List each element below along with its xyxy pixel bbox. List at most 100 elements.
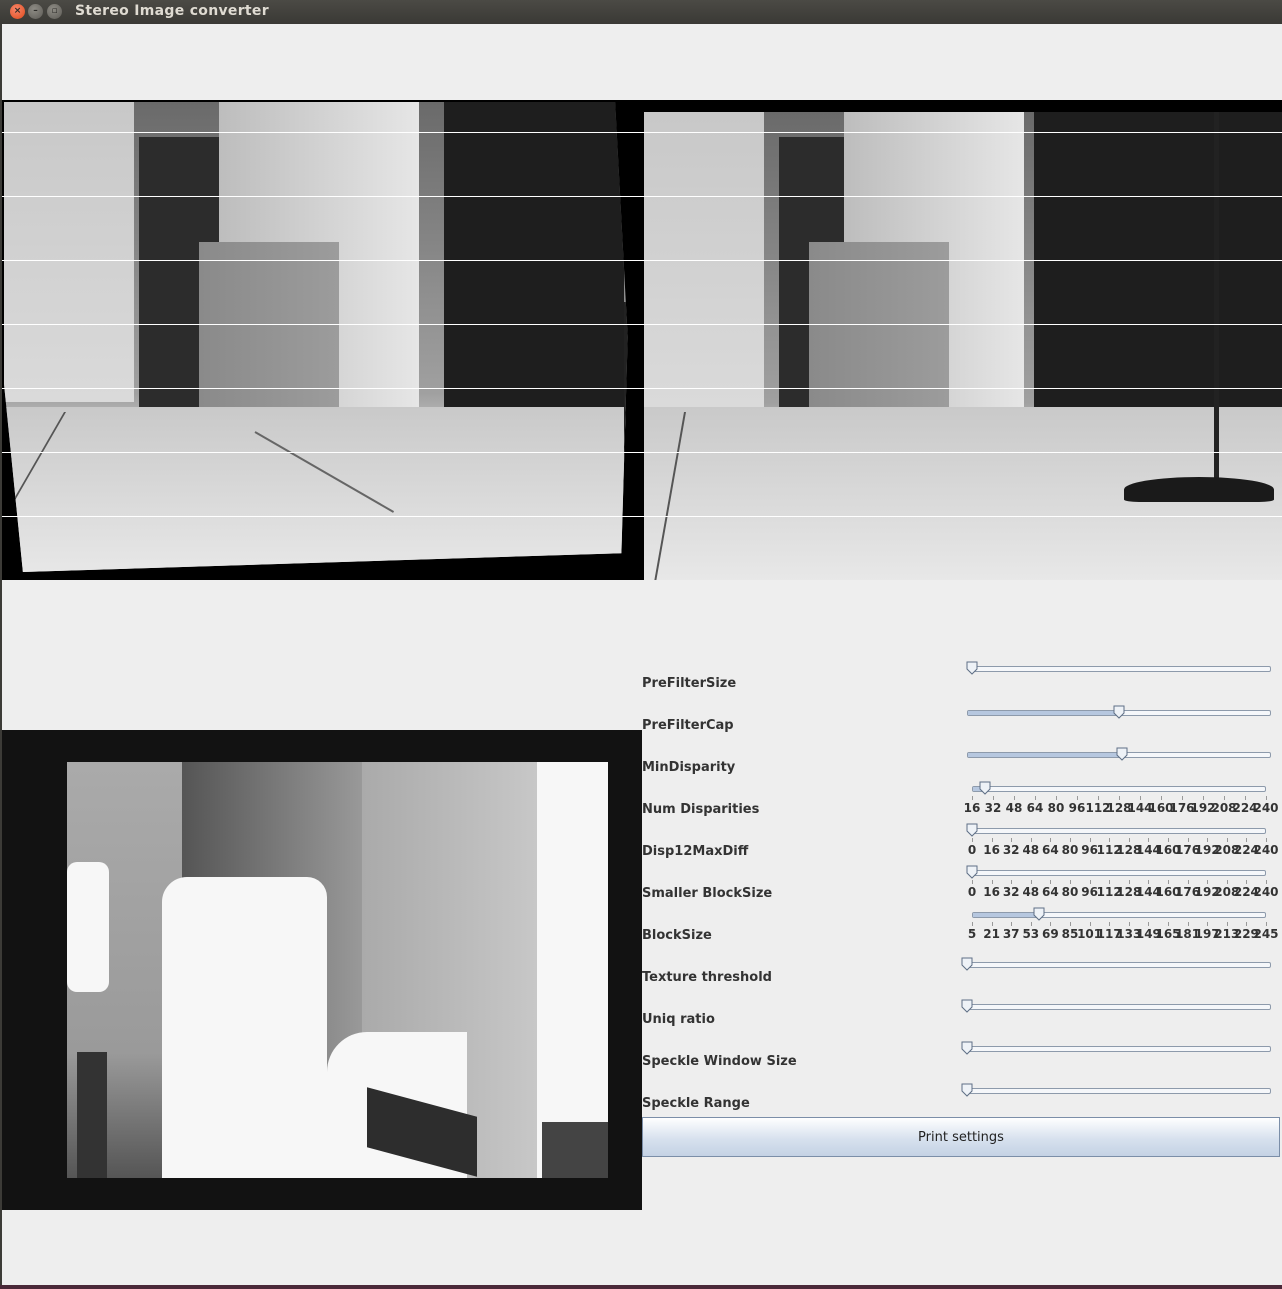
num-disparities-slider-thumb[interactable] (979, 780, 991, 795)
speckle-window-size-slider[interactable] (961, 1041, 1271, 1055)
smaller-blocksize-tick-mark (1168, 880, 1169, 884)
blocksize-slider-fill (973, 913, 1040, 917)
num-disparities-tick-mark (1119, 796, 1120, 800)
mindisparity-slider-thumb[interactable] (1116, 746, 1128, 761)
num-disparities-tick-mark (1245, 796, 1246, 800)
disp12maxdiff-tick-mark (1168, 838, 1169, 842)
blocksize-tick-mark (1050, 922, 1052, 926)
smaller-blocksize-tick-text: 0 (967, 885, 977, 899)
smaller-blocksize-slider-track[interactable] (972, 870, 1266, 876)
texture-threshold-label: Texture threshold (642, 970, 772, 985)
disp12maxdiff-tick-text: 80 (1061, 843, 1079, 857)
prefiltercap-slider[interactable] (967, 705, 1271, 719)
disp12maxdiff-tick-text: 0 (967, 843, 977, 857)
smaller-blocksize-tick-mark (1109, 880, 1111, 884)
disp12maxdiff-tick-text: 48 (1022, 843, 1040, 857)
smaller-blocksize-tick-mark (1128, 880, 1130, 884)
num-disparities-tick-mark (1014, 796, 1015, 800)
prefiltersize-slider-track[interactable] (972, 666, 1271, 672)
blocksize-tick-text: 37 (1002, 927, 1020, 941)
blocksize-tick-text: 245 (1253, 927, 1279, 941)
disp12maxdiff-tick-mark (1050, 838, 1052, 842)
blocksize-slider[interactable] (972, 907, 1266, 921)
close-icon[interactable]: × (10, 4, 25, 19)
disparity-region (542, 1122, 608, 1178)
num-disparities-tick-mark (1161, 796, 1162, 800)
smaller-blocksize-tick-mark (991, 880, 993, 884)
blocksize-slider-track[interactable] (972, 912, 1266, 918)
smaller-blocksize-tick-text: 80 (1061, 885, 1079, 899)
smaller-blocksize-tick-text: 16 (983, 885, 1000, 899)
stand-pole (1214, 112, 1219, 482)
blocksize-tick-mark (1226, 922, 1228, 926)
speckle-window-size-slider-thumb[interactable] (961, 1040, 973, 1055)
blocksize-tick-text: 21 (983, 927, 1000, 941)
blocksize-slider-thumb[interactable] (1033, 906, 1045, 921)
smaller-blocksize-tick-mark (1207, 880, 1209, 884)
mindisparity-slider[interactable] (967, 747, 1271, 761)
smaller-blocksize-tick-mark (1266, 880, 1267, 884)
smaller-blocksize-tick-text: 96 (1081, 885, 1098, 899)
num-disparities-tick-text: 32 (984, 801, 1002, 815)
maximize-icon[interactable]: ▫ (47, 4, 62, 19)
num-disparities-slider[interactable] (972, 781, 1266, 795)
texture-threshold-slider[interactable] (961, 957, 1271, 971)
blocksize-tick-mark (1089, 922, 1091, 926)
smaller-blocksize-label: Smaller BlockSize (642, 886, 773, 901)
num-disparities-tick-text: 16 (963, 801, 981, 815)
smaller-blocksize-tick-text: 64 (1042, 885, 1059, 899)
smaller-blocksize-slider[interactable] (966, 865, 1266, 879)
smaller-blocksize-tick-mark (1226, 880, 1228, 884)
speckle-range-slider-thumb[interactable] (961, 1082, 973, 1097)
blocksize-tick-mark (991, 922, 993, 926)
disp12maxdiff-tick-mark (1089, 838, 1091, 842)
uniq-ratio-slider[interactable] (961, 999, 1271, 1013)
disp12maxdiff-label: Disp12MaxDiff (642, 844, 749, 859)
num-disparities-tick-mark (1035, 796, 1036, 800)
right-camera-image (644, 112, 1282, 580)
print-settings-button[interactable]: Print settings (642, 1117, 1280, 1157)
smaller-blocksize-tick-text: 48 (1022, 885, 1040, 899)
title-bar: × – ▫ Stereo Image converter (0, 0, 1282, 24)
disp12maxdiff-tick-mark (1128, 838, 1130, 842)
disp12maxdiff-slider-track[interactable] (972, 828, 1266, 834)
blocksize-tick-mark (1168, 922, 1169, 926)
uniq-ratio-slider-track[interactable] (967, 1004, 1271, 1010)
epipolar-line (2, 516, 1282, 517)
texture-threshold-slider-track[interactable] (967, 962, 1271, 968)
disp12maxdiff-slider[interactable] (966, 823, 1266, 837)
blocksize-tick-mark (1070, 922, 1071, 926)
disp12maxdiff-slider-thumb[interactable] (966, 822, 978, 837)
num-disparities-slider-track[interactable] (972, 786, 1266, 792)
disp12maxdiff-tick-mark (1011, 838, 1013, 842)
blocksize-tick-mark (1266, 922, 1267, 926)
speckle-window-size-slider-track[interactable] (967, 1046, 1271, 1052)
blocksize-tick-mark (1207, 922, 1209, 926)
prefiltersize-slider-thumb[interactable] (966, 660, 978, 675)
smaller-blocksize-slider-thumb[interactable] (966, 864, 978, 879)
window-title: Stereo Image converter (75, 3, 269, 19)
disp12maxdiff-tick-text: 240 (1253, 843, 1279, 857)
shelf (444, 102, 624, 412)
disp12maxdiff-tick-mark (1187, 838, 1189, 842)
disp12maxdiff-tick-mark (1109, 838, 1111, 842)
uniq-ratio-slider-thumb[interactable] (961, 998, 973, 1013)
blocksize-tick-mark (972, 922, 973, 926)
texture-threshold-slider-thumb[interactable] (961, 956, 973, 971)
speckle-range-slider[interactable] (961, 1083, 1271, 1097)
blocksize-tick-text: 53 (1022, 927, 1040, 941)
blocksize-tick-mark (1148, 922, 1150, 926)
epipolar-line (2, 452, 1282, 453)
disparity-region (537, 762, 608, 1178)
num-disparities-tick-text: 96 (1068, 801, 1086, 815)
disp12maxdiff-tick-text: 64 (1042, 843, 1059, 857)
num-disparities-tick-text: 64 (1026, 801, 1044, 815)
disp12maxdiff-tick-text: 16 (983, 843, 1000, 857)
prefiltercap-slider-thumb[interactable] (1113, 704, 1125, 719)
blocksize-tick-text: 85 (1061, 927, 1079, 941)
speckle-range-slider-track[interactable] (967, 1088, 1271, 1094)
minimize-icon[interactable]: – (28, 4, 43, 19)
window-bottom-border (0, 1285, 1282, 1289)
num-disparities-tick-mark (1056, 796, 1057, 800)
prefiltersize-slider[interactable] (966, 661, 1271, 675)
